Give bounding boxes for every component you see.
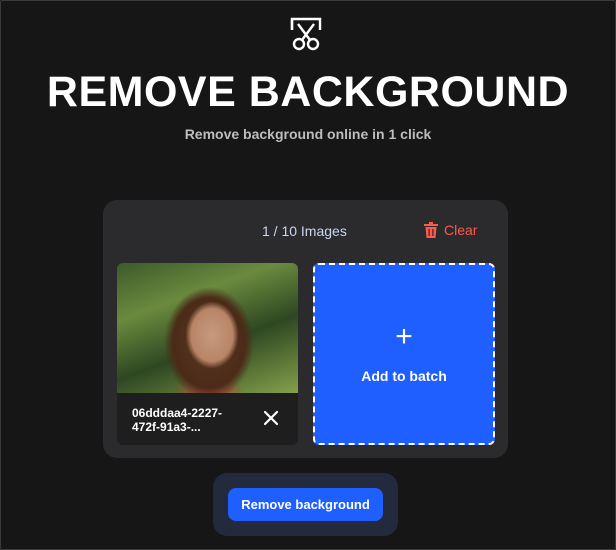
image-thumbnail (117, 263, 298, 393)
page-subtitle: Remove background online in 1 click (184, 126, 432, 142)
trash-icon (424, 222, 438, 238)
close-icon[interactable] (263, 410, 279, 426)
add-to-batch-label: Add to batch (361, 368, 447, 384)
image-count: 1 / 10 Images (262, 223, 347, 239)
scissors-frame-icon (290, 17, 322, 51)
clear-button[interactable]: Clear (424, 222, 477, 238)
plus-icon: + (395, 320, 413, 353)
page-title: REMOVE BACKGROUND (46, 68, 570, 116)
clear-label: Clear (444, 222, 478, 238)
batch-item[interactable]: 06dddaa4-2227-472f-91a3-... (117, 263, 298, 445)
remove-background-button[interactable]: Remove background (228, 488, 383, 521)
image-filename: 06dddaa4-2227-472f-91a3-... (132, 406, 223, 434)
add-to-batch-button[interactable]: + Add to batch (313, 263, 495, 445)
